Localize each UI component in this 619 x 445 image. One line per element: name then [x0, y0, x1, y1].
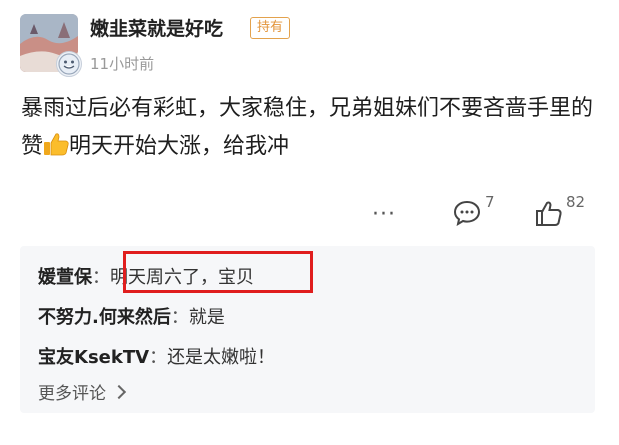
chevron-right-icon: [111, 384, 127, 400]
holding-badge: 持有: [250, 17, 291, 39]
commenter-name[interactable]: 宝友KsekTV: [38, 347, 149, 368]
more-comments-link[interactable]: 更多评论: [38, 379, 127, 404]
post-card: 嫩韭菜就是好吃 持有 11小时前 暴雨过后必有彩虹，大家稳住，兄弟姐妹们不要吝啬…: [0, 0, 619, 445]
comment-separator: ：: [149, 347, 168, 368]
avatar-badge-icon: [56, 51, 82, 77]
post-content: 暴雨过后必有彩虹，大家稳住，兄弟姐妹们不要吝啬手里的赞 明天开始大涨，给我冲: [21, 90, 601, 169]
like-icon[interactable]: [535, 200, 563, 231]
more-comments-label: 更多评论: [38, 384, 106, 404]
comment-count: 7: [485, 193, 495, 211]
comment-text: 还是太嫩啦！: [167, 347, 276, 368]
comment-text: 就是: [188, 307, 225, 328]
comment-row[interactable]: 宝友KsekTV：还是太嫩啦！: [38, 343, 275, 369]
comment-icon[interactable]: [453, 200, 481, 230]
post-time: 11小时前: [90, 55, 155, 73]
like-count: 82: [566, 193, 586, 211]
comment-row[interactable]: 不努力.何来然后：就是: [38, 303, 225, 329]
highlight-box: [123, 251, 313, 293]
comment-separator: ：: [92, 267, 110, 288]
commenter-name[interactable]: 不努力.何来然后: [38, 307, 171, 328]
thumbs-up-emoji-icon: [43, 131, 69, 169]
comments-section: 媛萱保：明天周六了，宝贝 不努力.何来然后：就是 宝友KsekTV：还是太嫩啦！…: [20, 246, 595, 413]
commenter-name[interactable]: 媛萱保: [38, 267, 92, 288]
post-text-part2: 明天开始大涨，给我冲: [69, 134, 290, 159]
more-options-icon[interactable]: ···: [372, 202, 396, 227]
comment-separator: ：: [170, 307, 189, 328]
username[interactable]: 嫩韭菜就是好吃: [90, 14, 223, 41]
